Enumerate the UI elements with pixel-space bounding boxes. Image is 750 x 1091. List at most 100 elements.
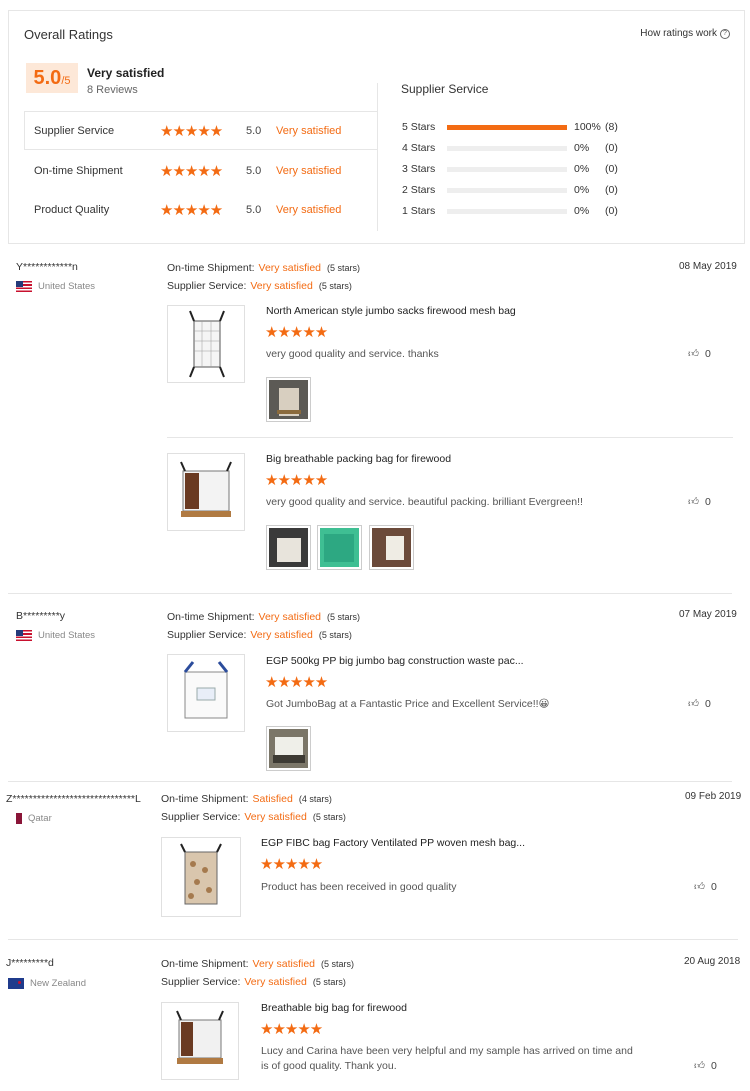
reviewer-name: B*********y: [16, 610, 66, 622]
like-count: 0: [704, 347, 711, 360]
reviewer-country: United States: [16, 630, 95, 641]
like-count: 0: [704, 697, 711, 710]
rating-row-label: Product Quality: [34, 204, 110, 216]
shipment-rating: On-time Shipment: Very satisfied (5 stars): [167, 611, 361, 623]
rating-row-supplier-service[interactable]: Supplier Service ★★★★★ 5.0 Very satisfie…: [34, 121, 341, 141]
rating-score: 5.0: [246, 125, 262, 137]
rating-text: Very satisfied: [276, 165, 342, 177]
review-text-line: is of good quality. Thank you.: [261, 1060, 397, 1072]
rating-stars: ★★★★★: [160, 123, 223, 140]
breakdown-percent: 0%: [574, 163, 590, 175]
product-thumbnail[interactable]: [161, 837, 241, 917]
rating-text: Very satisfied: [276, 125, 342, 137]
overall-score-badge: 5.0 /5: [26, 63, 78, 93]
reviewer-name: Y************n: [16, 261, 78, 273]
shipment-rating: On-time Shipment: Very satisfied (5 stars): [161, 958, 355, 970]
star-level-label: 4 Stars: [402, 142, 436, 154]
review-date: 09 Feb 2019: [685, 791, 742, 802]
like-count: 0: [704, 495, 711, 508]
product-name[interactable]: Big breathable packing bag for firewood: [266, 453, 451, 465]
breakdown-bar: [447, 208, 567, 214]
product-stars: ★★★★★: [260, 1021, 323, 1038]
thumbs-up-icon[interactable]: 👍︎: [688, 697, 699, 710]
shipment-rating: On-time Shipment: Satisfied (4 stars): [161, 793, 332, 805]
service-rating: Supplier Service: Very satisfied (5 stars): [167, 629, 352, 641]
rating-row-label: On-time Shipment: [34, 165, 123, 177]
how-ratings-work-link[interactable]: How ratings work ?: [640, 28, 730, 39]
product-name[interactable]: EGP FIBC bag Factory Ventilated PP woven…: [261, 837, 525, 849]
rating-row-product-quality[interactable]: Product Quality ★★★★★ 5.0 Very satisfied: [34, 200, 341, 220]
reviewer-name: J*********d: [6, 957, 54, 969]
panel-divider: [377, 83, 378, 231]
product-thumbnail[interactable]: [161, 1002, 239, 1080]
star-level-label: 3 Stars: [402, 163, 436, 175]
review-photo[interactable]: [369, 525, 414, 570]
product-stars: ★★★★★: [260, 856, 323, 873]
breakdown-count: (8): [605, 121, 618, 133]
thumbs-up-icon[interactable]: 👍︎: [688, 347, 699, 360]
breakdown-count: (0): [605, 205, 618, 217]
breakdown-bar: [447, 166, 567, 172]
product-name[interactable]: EGP 500kg PP big jumbo bag construction …: [266, 655, 524, 667]
overall-ratings-panel: Overall Ratings How ratings work ? 5.0 /…: [8, 10, 745, 244]
breakdown-count: (0): [605, 184, 618, 196]
review-text: Lucy and Carina have been very helpful a…: [261, 1044, 633, 1074]
country-name: Qatar: [28, 813, 52, 824]
review-text: very good quality and service. beautiful…: [266, 496, 583, 508]
product-thumbnail[interactable]: [167, 654, 245, 732]
breakdown-title: Supplier Service: [401, 82, 489, 96]
rating-row-on-time-shipment[interactable]: On-time Shipment ★★★★★ 5.0 Very satisfie…: [34, 161, 341, 181]
overall-score-max: /5: [61, 75, 71, 87]
breakdown-count: (0): [605, 163, 618, 175]
product-thumbnail[interactable]: [167, 305, 245, 383]
breakdown-percent: 100%: [574, 121, 601, 133]
review-text: Product has been received in good qualit…: [261, 881, 457, 893]
rating-stars: ★★★★★: [160, 163, 223, 180]
product-name[interactable]: Breathable big bag for firewood: [261, 1002, 407, 1014]
thumbs-up-icon[interactable]: 👍︎: [688, 495, 699, 508]
review-photo[interactable]: [317, 525, 362, 570]
thumbs-up-icon[interactable]: 👍︎: [694, 880, 705, 893]
product-name[interactable]: North American style jumbo sacks firewoo…: [266, 305, 516, 317]
review-separator: [8, 593, 732, 594]
star-breakdown-row: 5 Stars 100% (8): [402, 120, 618, 134]
review-photo[interactable]: [266, 726, 311, 771]
reviewer-name: Z******************************L: [6, 793, 141, 805]
how-ratings-work-label[interactable]: How ratings work: [640, 28, 717, 39]
reviewer-country: New Zealand: [8, 978, 86, 989]
like-button[interactable]: 👍︎ 0: [688, 347, 711, 361]
thumbs-up-icon[interactable]: 👍︎: [694, 1059, 705, 1072]
service-rating: Supplier Service: Very satisfied (5 stars): [161, 976, 346, 988]
breakdown-percent: 0%: [574, 205, 590, 217]
country-name: United States: [38, 281, 96, 292]
star-breakdown-row: 3 Stars 0% (0): [402, 162, 618, 176]
like-button[interactable]: 👍︎ 0: [694, 1059, 717, 1073]
review-photo[interactable]: [266, 377, 311, 422]
shipment-rating: On-time Shipment: Very satisfied (5 stars): [167, 262, 361, 274]
like-button[interactable]: 👍︎ 0: [688, 697, 711, 711]
product-stars: ★★★★★: [265, 324, 328, 341]
review-separator: [8, 781, 732, 782]
new-zealand-flag-icon: [8, 978, 24, 989]
review-text: very good quality and service. thanks: [266, 348, 439, 360]
rating-row-label: Supplier Service: [34, 125, 115, 137]
like-button[interactable]: 👍︎ 0: [694, 880, 717, 894]
like-button[interactable]: 👍︎ 0: [688, 495, 711, 509]
star-breakdown-row: 4 Stars 0% (0): [402, 141, 618, 155]
product-stars: ★★★★★: [265, 472, 328, 489]
breakdown-count: (0): [605, 142, 618, 154]
rating-score: 5.0: [246, 204, 262, 216]
reviewer-country: Qatar: [12, 813, 52, 824]
product-thumbnail[interactable]: [167, 453, 245, 531]
us-flag-icon: [16, 281, 32, 292]
question-icon[interactable]: ?: [720, 28, 730, 39]
service-rating: Supplier Service: Very satisfied (5 stars): [167, 280, 352, 292]
product-stars: ★★★★★: [265, 674, 328, 691]
review-photo[interactable]: [266, 525, 311, 570]
breakdown-bar: [447, 145, 567, 151]
item-separator: [167, 437, 733, 438]
review-text-line: Lucy and Carina have been very helpful a…: [261, 1045, 633, 1057]
rating-text: Very satisfied: [276, 204, 342, 216]
service-rating: Supplier Service: Very satisfied (5 stars): [161, 811, 346, 823]
country-name: United States: [38, 630, 96, 641]
